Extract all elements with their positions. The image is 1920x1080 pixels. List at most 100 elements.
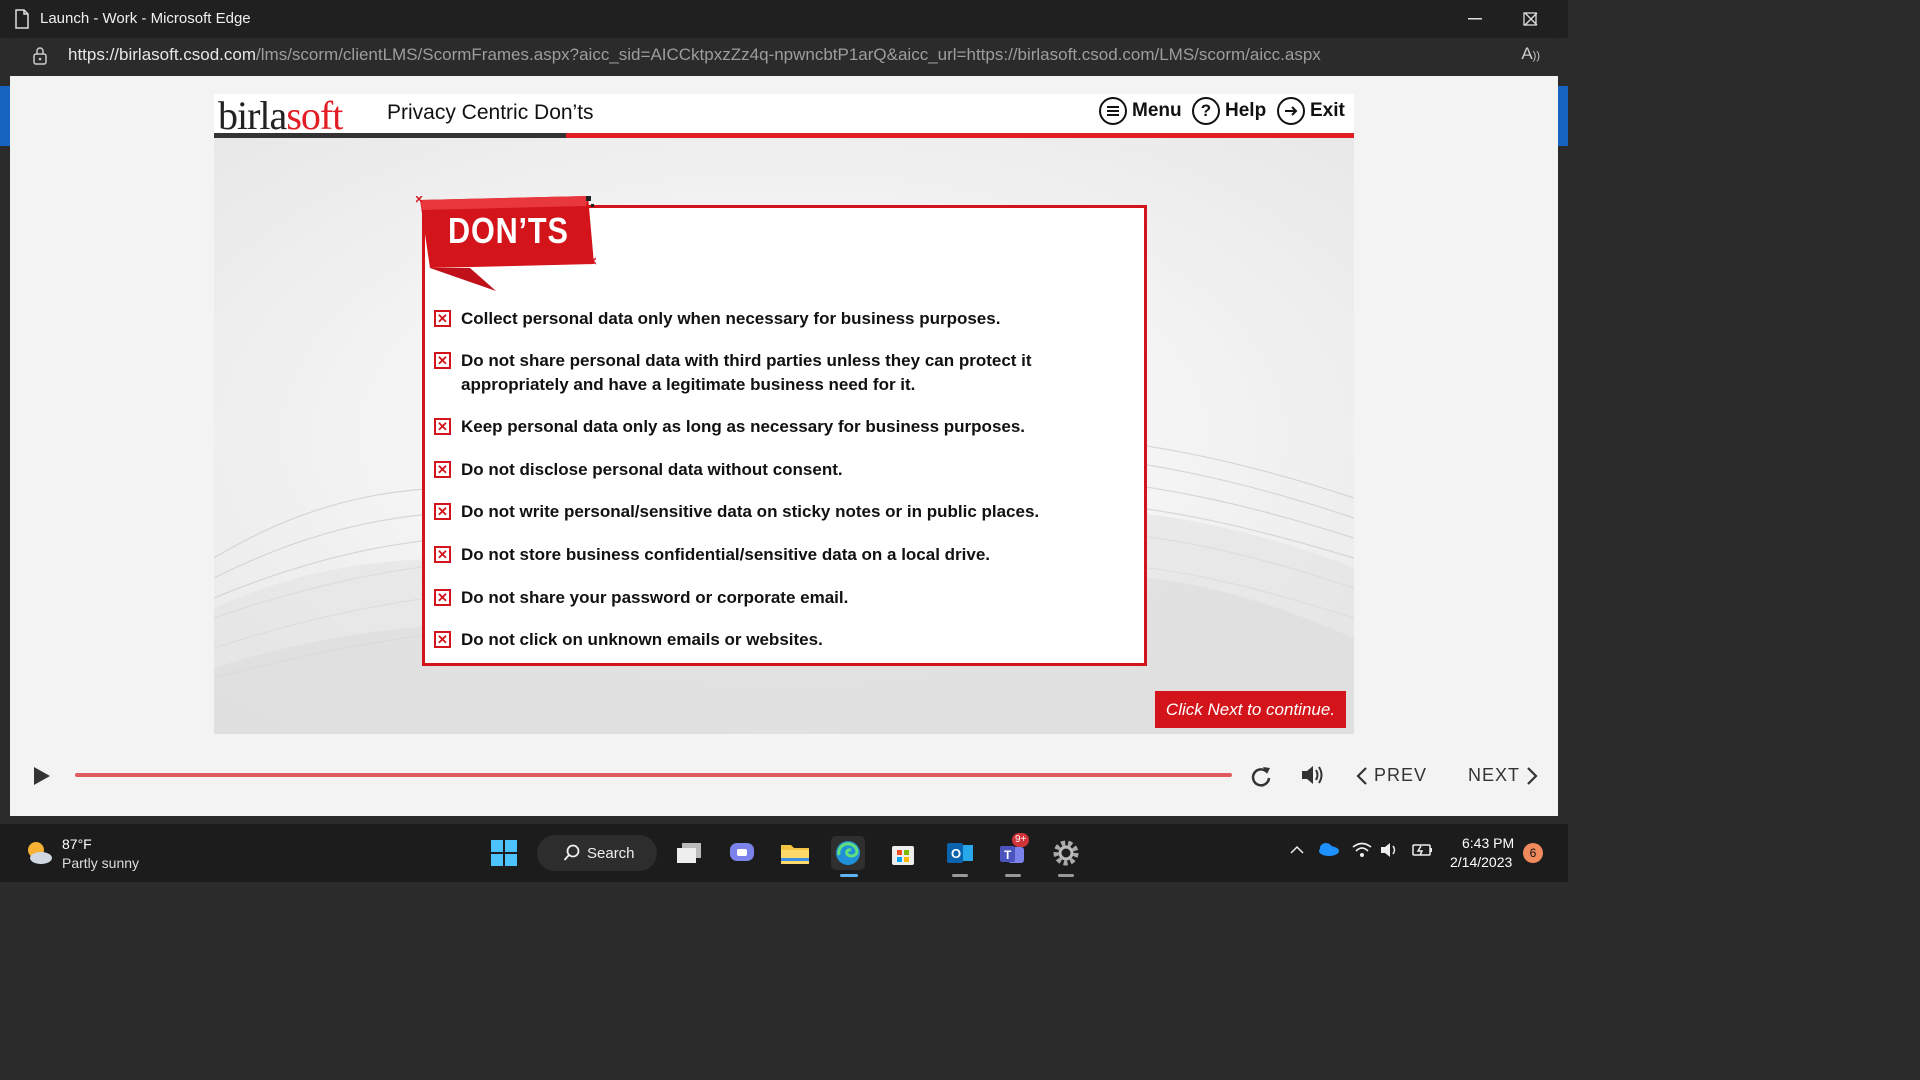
background-page-strip	[0, 86, 10, 146]
outlook-active-indicator	[952, 874, 968, 877]
screen: Launch - Work - Microsoft Edge https://b…	[0, 0, 1568, 882]
task-view-icon	[677, 843, 701, 863]
teams-chat-button[interactable]	[725, 836, 759, 870]
course-header: birlasoft Privacy Centric Don’ts Menu ? …	[214, 93, 1354, 138]
progress-bar[interactable]	[75, 773, 1232, 777]
minimize-icon	[1468, 18, 1482, 20]
play-icon[interactable]	[32, 765, 52, 787]
read-aloud-icon[interactable]: A))	[1521, 44, 1540, 64]
minimize-button[interactable]	[1447, 0, 1503, 38]
list-item: ✕ Do not click on unknown emails or webs…	[434, 628, 823, 652]
list-item-text: Collect personal data only when necessar…	[461, 309, 1001, 328]
lock-icon	[33, 47, 47, 65]
list-item-text: Do not write personal/sensitive data on …	[461, 502, 1040, 521]
list-item: ✕ Keep personal data only as long as nec…	[434, 415, 1025, 439]
outlook-icon: O	[947, 843, 973, 863]
battery-icon[interactable]	[1410, 842, 1434, 862]
edge-icon	[836, 841, 860, 865]
teams-button[interactable]: T 9+	[996, 833, 1030, 870]
menu-label: Menu	[1132, 100, 1182, 121]
taskbar-search[interactable]: Search	[537, 835, 657, 871]
replay-icon[interactable]	[1250, 764, 1272, 788]
taskbar: 87°F Partly sunny Search O T 9+ 6:43 PM …	[0, 824, 1568, 882]
teams-badge: 9+	[1012, 833, 1030, 847]
search-icon	[563, 844, 580, 861]
cross-box-icon: ✕	[434, 352, 451, 369]
settings-button[interactable]	[1049, 836, 1083, 870]
list-item-text: Do not store business confidential/sensi…	[461, 545, 991, 564]
settings-active-indicator	[1058, 874, 1074, 877]
menu-icon	[1099, 97, 1127, 125]
browser-titlebar: Launch - Work - Microsoft Edge	[0, 0, 1568, 38]
help-label: Help	[1225, 100, 1267, 121]
edge-button[interactable]	[831, 836, 865, 870]
close-icon	[1524, 12, 1538, 26]
edge-active-indicator	[840, 874, 858, 877]
search-label: Search	[587, 844, 635, 862]
cross-box-icon: ✕	[434, 546, 451, 563]
list-item: ✕ Do not share your password or corporat…	[434, 586, 848, 610]
list-item: ✕ Do not store business confidential/sen…	[434, 543, 990, 567]
cross-box-icon: ✕	[434, 631, 451, 648]
volume-icon[interactable]	[1300, 764, 1324, 786]
exit-label: Exit	[1310, 100, 1345, 121]
chat-icon	[730, 843, 754, 861]
list-item-text: Do not share your password or corporate …	[461, 588, 849, 607]
onedrive-icon[interactable]	[1317, 842, 1339, 860]
exit-button[interactable]: Exit	[1277, 97, 1345, 125]
notification-badge[interactable]: 6	[1523, 843, 1543, 863]
partly-sunny-icon[interactable]	[24, 840, 54, 866]
list-item-text: Do not disclose personal data without co…	[461, 460, 843, 479]
gear-icon	[1053, 840, 1079, 866]
svg-text:O: O	[951, 846, 961, 861]
folder-icon	[781, 845, 809, 864]
store-icon	[892, 846, 914, 865]
close-button[interactable]	[1503, 0, 1559, 38]
svg-text:T: T	[1004, 848, 1012, 862]
list-item: ✕ Do not disclose personal data without …	[434, 458, 843, 482]
prev-label: PREV	[1374, 765, 1428, 785]
list-item-text: Keep personal data only as long as neces…	[461, 417, 1026, 436]
list-item-text: Do not click on unknown emails or websit…	[461, 630, 823, 649]
windows-icon	[491, 840, 517, 866]
cross-box-icon: ✕	[434, 503, 451, 520]
birlasoft-logo: birlasoft	[218, 93, 343, 138]
continue-prompt: Click Next to continue.	[1155, 691, 1346, 728]
clock-date[interactable]: 2/14/2023	[1450, 854, 1512, 870]
weather-temp[interactable]: 87°F	[62, 836, 92, 852]
cross-box-icon: ✕	[434, 310, 451, 327]
window-title: Launch - Work - Microsoft Edge	[40, 10, 251, 27]
url-path: /lms/scorm/clientLMS/ScormFrames.aspx?ai…	[256, 45, 1321, 64]
wifi-icon[interactable]	[1352, 842, 1372, 862]
cross-box-icon: ✕	[434, 461, 451, 478]
weather-desc[interactable]: Partly sunny	[62, 855, 139, 871]
page-title: Privacy Centric Don’ts	[387, 101, 594, 124]
address-bar[interactable]: https://birlasoft.csod.com/lms/scorm/cli…	[10, 38, 1558, 74]
teams-active-indicator	[1005, 874, 1021, 877]
next-button[interactable]: NEXT	[1468, 765, 1538, 786]
clock-time[interactable]: 6:43 PM	[1462, 835, 1514, 851]
chevron-right-icon	[1527, 766, 1538, 785]
speaker-icon[interactable]	[1380, 842, 1400, 862]
list-item: ✕ Collect personal data only when necess…	[434, 307, 1000, 331]
prev-button[interactable]: PREV	[1356, 765, 1427, 786]
help-button[interactable]: ? Help	[1192, 97, 1266, 125]
background-page-strip-right	[1558, 86, 1568, 146]
menu-button[interactable]: Menu	[1099, 97, 1182, 125]
chevron-up-icon[interactable]	[1290, 842, 1304, 859]
url-text[interactable]: https://birlasoft.csod.com/lms/scorm/cli…	[68, 45, 1321, 65]
list-item-text: Do not share personal data with third pa…	[461, 351, 1032, 394]
url-domain: https://birlasoft.csod.com	[68, 45, 257, 64]
chevron-left-icon	[1356, 766, 1367, 785]
donts-banner-text: DON’TS	[448, 210, 569, 251]
cross-box-icon: ✕	[434, 589, 451, 606]
outlook-button[interactable]: O	[943, 836, 977, 870]
task-view-button[interactable]	[672, 836, 706, 870]
next-label: NEXT	[1468, 765, 1521, 785]
store-button[interactable]	[886, 836, 920, 870]
help-icon: ?	[1192, 97, 1220, 125]
file-explorer-button[interactable]	[778, 836, 812, 870]
exit-icon	[1277, 97, 1305, 125]
start-button[interactable]	[487, 836, 521, 870]
cross-box-icon: ✕	[434, 418, 451, 435]
